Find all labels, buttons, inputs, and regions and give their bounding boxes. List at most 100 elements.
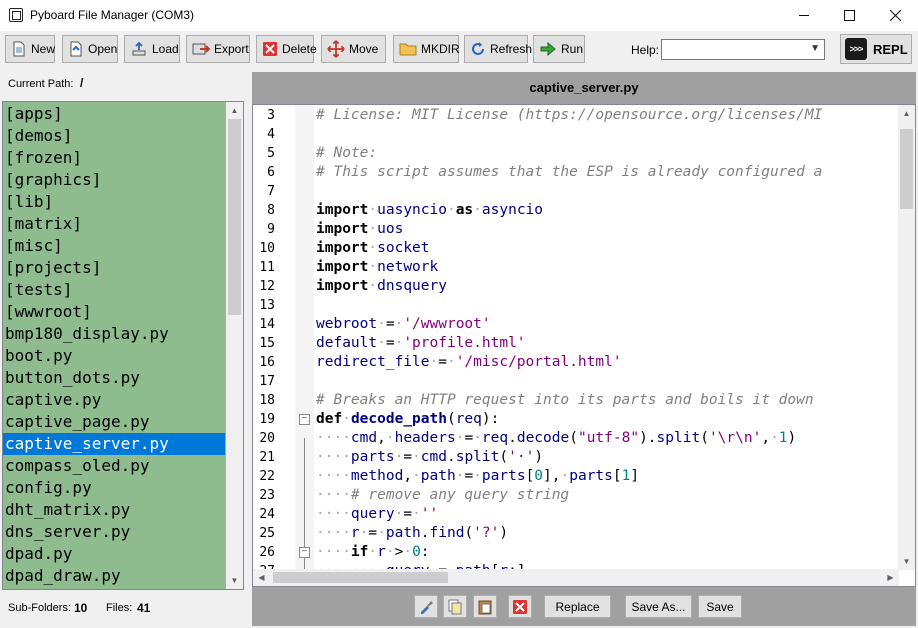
code-line[interactable]: 16 redirect_file·=·'/misc/portal.html' bbox=[253, 353, 899, 372]
code-line[interactable]: 4 bbox=[253, 125, 899, 144]
code-line[interactable]: 8 import·uasyncio·as·asyncio bbox=[253, 201, 899, 220]
copy-button[interactable] bbox=[443, 595, 467, 618]
line-number: 9 bbox=[267, 222, 275, 237]
format-button[interactable] bbox=[414, 595, 438, 618]
editor-file-title: captive_server.py bbox=[529, 80, 639, 95]
file-list-item[interactable]: captive_server.py bbox=[3, 433, 225, 455]
scroll-left-icon[interactable]: ◀ bbox=[253, 569, 270, 586]
scroll-right-icon[interactable]: ▶ bbox=[882, 569, 899, 586]
scroll-up-icon[interactable]: ▲ bbox=[226, 102, 243, 119]
delete-button-label: Delete bbox=[282, 42, 317, 56]
file-list-item[interactable]: captive.py bbox=[3, 389, 225, 411]
file-list-item[interactable]: bmp180_display.py bbox=[3, 323, 225, 345]
current-path-label: Current Path: bbox=[8, 78, 74, 90]
scroll-down-icon[interactable]: ▼ bbox=[898, 553, 915, 570]
fold-toggle-icon[interactable]: − bbox=[299, 414, 310, 425]
code-line[interactable]: 13 bbox=[253, 296, 899, 315]
load-button[interactable]: Load bbox=[124, 35, 180, 63]
run-button-label: Run bbox=[561, 42, 584, 56]
file-list-item[interactable]: dpad.py bbox=[3, 543, 225, 565]
scroll-thumb[interactable] bbox=[900, 129, 913, 209]
scroll-thumb[interactable] bbox=[273, 572, 448, 583]
code-line[interactable]: 5 # Note: bbox=[253, 144, 899, 163]
maximize-button[interactable] bbox=[826, 0, 872, 31]
file-list-item[interactable]: dpad_draw.py bbox=[3, 565, 225, 587]
clear-button[interactable] bbox=[508, 595, 532, 618]
open-button[interactable]: Open bbox=[62, 35, 118, 63]
file-list-item[interactable]: compass_oled.py bbox=[3, 455, 225, 477]
refresh-button[interactable]: Refresh bbox=[464, 35, 532, 63]
line-number: 22 bbox=[259, 469, 275, 484]
line-number: 3 bbox=[267, 108, 275, 123]
subfolders-label: Sub-Folders: bbox=[8, 602, 71, 614]
line-number: 23 bbox=[259, 488, 275, 503]
help-label: Help: bbox=[631, 43, 660, 57]
code-line[interactable]: 19 − def·decode_path(req): bbox=[253, 410, 899, 429]
file-list-item[interactable]: [projects] bbox=[3, 257, 225, 279]
code-line[interactable]: 20 ····cmd,·headers·=·req.decode("utf-8")… bbox=[253, 429, 899, 448]
save-as-button[interactable]: Save As... bbox=[625, 595, 692, 618]
code-line[interactable]: 3 # License: MIT License (https://opensou… bbox=[253, 106, 899, 125]
repl-button[interactable]: >>> REPL bbox=[840, 34, 912, 64]
code-line[interactable]: 26 − ····if·r·>·0: bbox=[253, 543, 899, 562]
file-list-item[interactable]: [misc] bbox=[3, 235, 225, 257]
scroll-thumb[interactable] bbox=[228, 119, 241, 315]
code-line[interactable]: 11 import·network bbox=[253, 258, 899, 277]
code-line[interactable]: 18 # Breaks an HTTP request into its part… bbox=[253, 391, 899, 410]
code-line[interactable]: 6 # This script assumes that the ESP is a… bbox=[253, 163, 899, 182]
scroll-up-icon[interactable]: ▲ bbox=[898, 105, 915, 122]
code-vertical-scrollbar[interactable]: ▲ ▼ bbox=[898, 105, 915, 570]
mkdir-button[interactable]: MKDIR bbox=[393, 35, 460, 63]
code-line[interactable]: 17 bbox=[253, 372, 899, 391]
new-button[interactable]: New bbox=[5, 35, 55, 63]
line-number: 4 bbox=[267, 127, 275, 142]
line-number: 7 bbox=[267, 184, 275, 199]
code-line[interactable]: 7 bbox=[253, 182, 899, 201]
code-editor[interactable]: 3 # License: MIT License (https://opensou… bbox=[252, 104, 916, 587]
help-dropdown[interactable]: ▼ bbox=[661, 39, 825, 60]
file-list-item[interactable]: [tests] bbox=[3, 279, 225, 301]
minimize-button[interactable] bbox=[781, 0, 827, 31]
code-line[interactable]: 23 ····# remove any query string bbox=[253, 486, 899, 505]
file-list-item[interactable]: button_dots.py bbox=[3, 367, 225, 389]
load-button-label: Load bbox=[152, 42, 179, 56]
file-list[interactable]: [apps] [demos] [frozen] [graphics] [lib] [mat… bbox=[2, 101, 244, 590]
file-list-item[interactable]: [apps] bbox=[3, 103, 225, 125]
replace-button[interactable]: Replace bbox=[544, 595, 611, 618]
code-horizontal-scrollbar[interactable]: ◀ ▶ bbox=[253, 569, 899, 586]
repl-button-label: REPL bbox=[873, 41, 908, 57]
save-button[interactable]: Save bbox=[698, 595, 742, 618]
scroll-down-icon[interactable]: ▼ bbox=[226, 572, 243, 589]
file-list-item[interactable]: [demos] bbox=[3, 125, 225, 147]
file-list-scrollbar[interactable]: ▲ ▼ bbox=[226, 102, 243, 589]
run-button[interactable]: Run bbox=[533, 35, 585, 63]
run-arrow-icon bbox=[539, 40, 557, 58]
export-button[interactable]: Export bbox=[186, 35, 250, 63]
file-list-item[interactable]: boot.py bbox=[3, 345, 225, 367]
move-button[interactable]: Move bbox=[321, 35, 386, 63]
close-button[interactable] bbox=[872, 0, 918, 31]
fold-toggle-icon[interactable]: − bbox=[299, 547, 310, 558]
file-list-item[interactable]: captive_page.py bbox=[3, 411, 225, 433]
refresh-icon bbox=[470, 40, 486, 58]
format-brush-icon bbox=[421, 600, 433, 614]
code-line[interactable]: 15 default·=·'profile.html' bbox=[253, 334, 899, 353]
code-line[interactable]: 25 ····r·=·path.find('?') bbox=[253, 524, 899, 543]
code-line[interactable]: 24 ····query·=·'' bbox=[253, 505, 899, 524]
code-line[interactable]: 12 import·dnsquery bbox=[253, 277, 899, 296]
delete-button[interactable]: Delete bbox=[256, 35, 317, 63]
file-list-item[interactable]: dns_server.py bbox=[3, 521, 225, 543]
code-line[interactable]: 9 import·uos bbox=[253, 220, 899, 239]
file-list-item[interactable]: [frozen] bbox=[3, 147, 225, 169]
file-list-item[interactable]: config.py bbox=[3, 477, 225, 499]
file-list-item[interactable]: [lib] bbox=[3, 191, 225, 213]
code-line[interactable]: 22 ····method,·path·=·parts[0],·parts[1] bbox=[253, 467, 899, 486]
code-line[interactable]: 10 import·socket bbox=[253, 239, 899, 258]
paste-button[interactable] bbox=[473, 595, 497, 618]
file-list-item[interactable]: [matrix] bbox=[3, 213, 225, 235]
code-line[interactable]: 21 ····parts·=·cmd.split('·') bbox=[253, 448, 899, 467]
file-list-item[interactable]: [graphics] bbox=[3, 169, 225, 191]
code-line[interactable]: 14 webroot·=·'/wwwroot' bbox=[253, 315, 899, 334]
file-list-item[interactable]: [wwwroot] bbox=[3, 301, 225, 323]
file-list-item[interactable]: dht_matrix.py bbox=[3, 499, 225, 521]
